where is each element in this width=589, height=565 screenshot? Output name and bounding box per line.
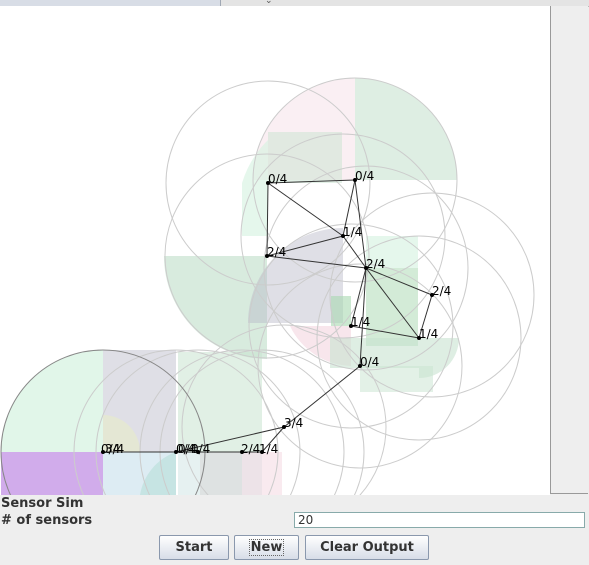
- sensor-label: 1/4: [351, 315, 370, 329]
- side-panel: [550, 6, 588, 494]
- simulation-canvas[interactable]: 0/4 0/4 1/4 2/4 2/4 2/4 1/4 1/4 0/4 3/4 …: [0, 6, 550, 495]
- sensor-label: 3/4: [284, 416, 303, 430]
- sensor-label: 1/4: [259, 442, 278, 456]
- coverage-quadrant: [355, 78, 457, 180]
- new-button-label: New: [248, 539, 285, 556]
- sensor-label: 2/4: [267, 245, 286, 259]
- sensor-label: 0/4: [178, 442, 197, 456]
- sensor-count-input[interactable]: [294, 512, 585, 528]
- sensor-label: 0/4: [355, 169, 374, 183]
- sensor-label: 2/4: [241, 442, 260, 456]
- sensor-label: 3/4: [105, 442, 124, 456]
- sensor-graph: 0/4 0/4 1/4 2/4 2/4 2/4 1/4 1/4 0/4 3/4 …: [0, 77, 535, 495]
- new-button[interactable]: New: [234, 535, 299, 560]
- coverage-quadrant: [242, 183, 268, 236]
- coverage-quadrant: [200, 452, 242, 495]
- coverage-quadrant: [178, 352, 262, 452]
- clear-output-button[interactable]: Clear Output: [305, 535, 429, 560]
- sensor-label: 0/4: [360, 355, 379, 369]
- coverage-quadrant: [366, 268, 418, 346]
- sensor-label: 1/4: [343, 225, 362, 239]
- sensor-label: 0/4: [268, 172, 287, 186]
- sensor-count-label: # of sensors: [1, 513, 93, 528]
- coverage-quadrant: [1, 452, 103, 495]
- start-button[interactable]: Start: [159, 535, 229, 560]
- sensor-label: 1/4: [419, 327, 438, 341]
- sensor-label: 2/4: [432, 284, 451, 298]
- sensor-label: 2/4: [366, 257, 385, 271]
- app-title: Sensor Sim: [1, 496, 84, 511]
- link-line: [267, 182, 344, 237]
- coverage-fills: [1, 78, 459, 495]
